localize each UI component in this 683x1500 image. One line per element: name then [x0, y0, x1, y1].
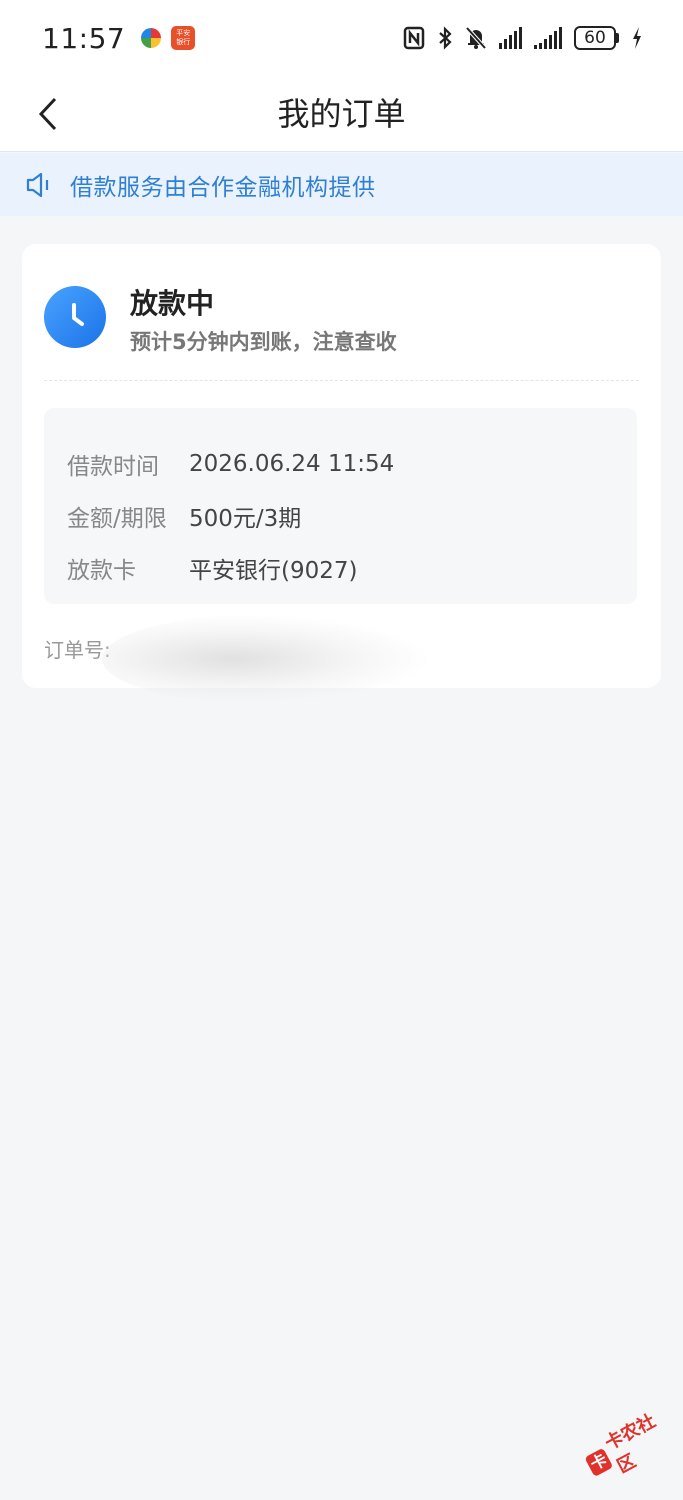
info-row-loan-time: 借款时间 2026.06.24 11:54	[44, 438, 637, 490]
order-card[interactable]: 放款中 预计5分钟内到账，注意查收 借款时间 2026.06.24 11:54 …	[22, 244, 661, 704]
order-info-box: 借款时间 2026.06.24 11:54 金额/期限 500元/3期 放款卡 …	[44, 408, 637, 604]
charging-icon	[631, 26, 643, 50]
info-value: 2026.06.24 11:54	[189, 451, 395, 477]
signal-icon-1	[499, 27, 522, 49]
card-divider	[44, 380, 639, 381]
watermark-logo: 卡 卡农社区	[575, 1396, 683, 1494]
status-right: 60	[403, 26, 643, 50]
battery-level: 60	[574, 26, 616, 50]
back-button[interactable]	[28, 90, 68, 138]
bluetooth-icon	[437, 26, 453, 50]
bank-app-icon: 平安 银行	[171, 26, 196, 50]
redaction-blur	[102, 614, 432, 704]
bank-app-icon-line1: 平安	[176, 29, 191, 37]
info-value: 平安银行(9027)	[189, 558, 358, 584]
bank-app-icon-line2: 银行	[176, 38, 191, 46]
info-row-amount-term: 金额/期限 500元/3期	[44, 490, 637, 542]
info-label: 金额/期限	[67, 506, 167, 532]
order-status-desc: 预计5分钟内到账，注意查收	[130, 330, 397, 354]
notice-bar: 借款服务由合作金融机构提供	[0, 153, 683, 216]
status-left: 11:57 平安 银行	[42, 21, 196, 55]
battery-icon: 60	[574, 26, 619, 50]
bell-muted-icon	[465, 26, 487, 50]
info-label: 借款时间	[67, 454, 159, 480]
nfc-icon	[403, 26, 425, 50]
info-label: 放款卡	[67, 558, 136, 584]
info-value: 500元/3期	[189, 506, 302, 532]
signal-icon-2	[534, 27, 562, 49]
info-row-payout-card: 放款卡 平安银行(9027)	[44, 542, 637, 594]
page-title: 我的订单	[277, 95, 406, 133]
battery-tip	[616, 33, 619, 43]
clock-icon	[44, 286, 106, 348]
status-time: 11:57	[42, 21, 126, 55]
notice-text: 借款服务由合作金融机构提供	[70, 174, 376, 201]
order-status-title: 放款中	[130, 287, 215, 320]
speaker-icon	[24, 170, 54, 200]
status-bar: 11:57 平安 银行 60	[0, 0, 683, 76]
order-number-label: 订单号:	[44, 638, 111, 662]
watermark-text: 卡农社区	[601, 1410, 660, 1478]
browser-app-icon	[141, 28, 162, 48]
nav-bar: 我的订单	[0, 76, 683, 152]
chevron-left-icon	[38, 97, 57, 131]
